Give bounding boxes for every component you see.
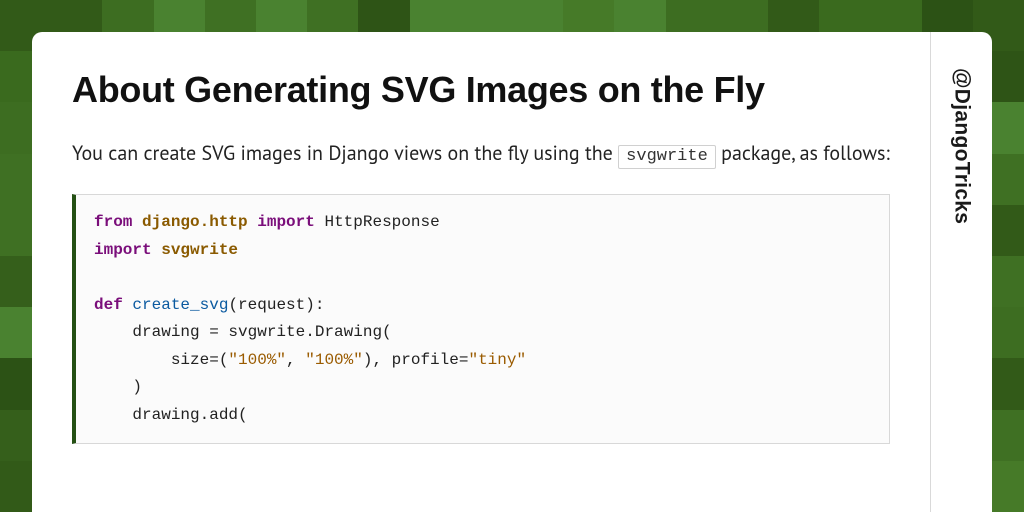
code-l7: ) (94, 378, 142, 396)
code-sym-httpresponse: HttpResponse (315, 213, 440, 231)
code-kw-import: import (257, 213, 315, 231)
code-kw-from: from (94, 213, 132, 231)
lead-text-post: package, as follows: (716, 140, 890, 166)
code-l6-mid: , (286, 351, 305, 369)
code-str-3: "tiny" (468, 351, 526, 369)
code-block: from django.http import HttpResponse imp… (72, 194, 890, 444)
article-lead: You can create SVG images in Django view… (72, 138, 890, 170)
code-l8: drawing.add( (94, 406, 248, 424)
content-card: About Generating SVG Images on the Fly Y… (32, 32, 992, 512)
code-fn-createsvg: create_svg (132, 296, 228, 314)
code-kw-def: def (94, 296, 123, 314)
code-mod-djangohttp: django.http (142, 213, 248, 231)
lead-text-pre: You can create SVG images in Django view… (72, 140, 618, 166)
article-main: About Generating SVG Images on the Fly Y… (32, 32, 930, 512)
inline-code-svgwrite: svgwrite (618, 145, 716, 169)
code-str-2: "100%" (305, 351, 363, 369)
code-str-1: "100%" (228, 351, 286, 369)
code-l5: drawing = svgwrite.Drawing( (94, 323, 392, 341)
author-handle[interactable]: @DjangoTricks (950, 68, 974, 224)
code-l6-mid2: ), profile= (363, 351, 469, 369)
code-l6-pre: size=( (94, 351, 228, 369)
article-title: About Generating SVG Images on the Fly (72, 68, 890, 112)
sidebar: @DjangoTricks (930, 32, 992, 512)
code-mod-svgwrite: svgwrite (161, 241, 238, 259)
code-fn-sig: (request): (228, 296, 324, 314)
code-kw-import2: import (94, 241, 152, 259)
